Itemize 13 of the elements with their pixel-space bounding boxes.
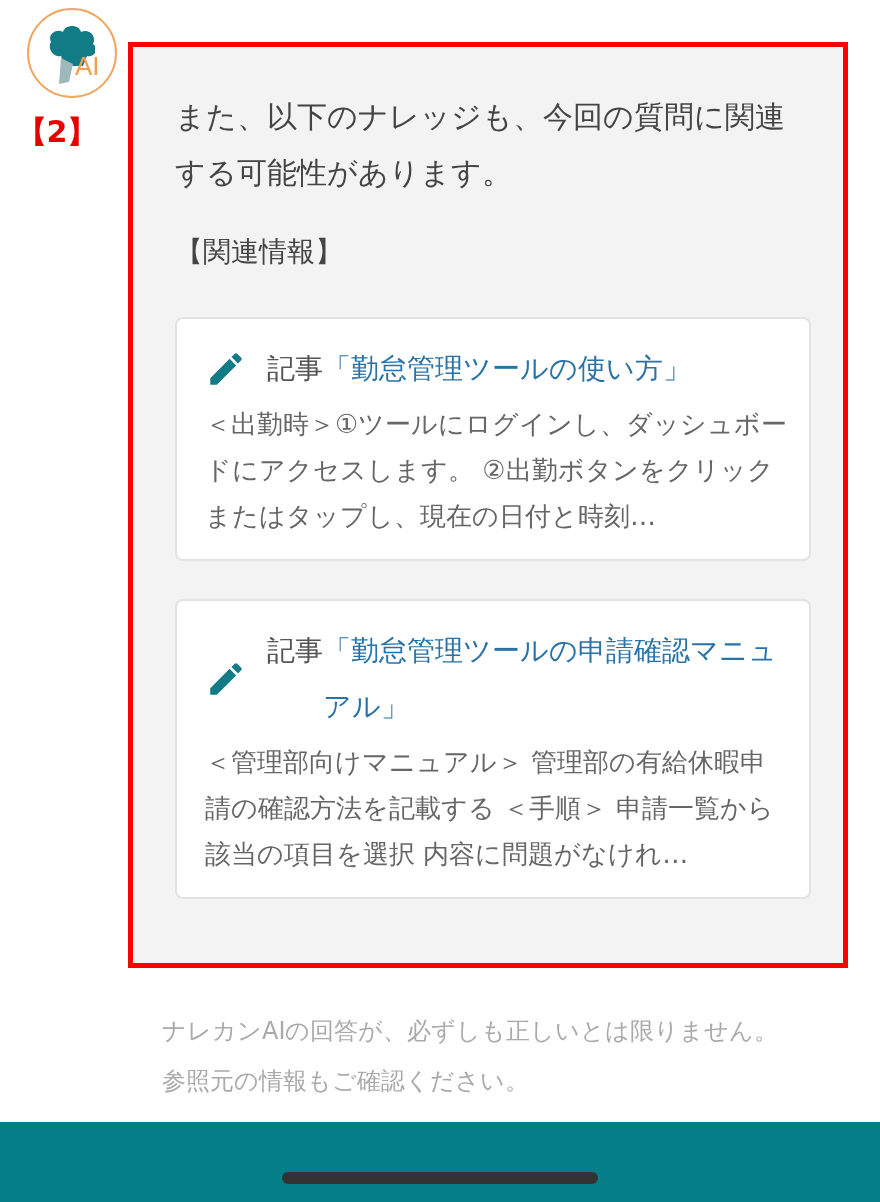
article-snippet: ＜出勤時＞①ツールにログインし、ダッシュボードにアクセスします。 ②出勤ボタンをクリックまたはタップし、現在の日付と時刻… (205, 408, 789, 533)
section-heading: 【関連情報】 (175, 234, 344, 270)
article-type: 記事 (267, 633, 323, 669)
article-link[interactable]: 「勤怠管理ツールの申請確認マニュアル」 (323, 623, 789, 735)
disclaimer-text: ナレカンAIの回答が、必ずしも正しいとは限りません。参照元の情報もご確認ください。 (162, 1016, 780, 1097)
message-text: また、以下のナレッジも、今回の質問に関連する可能性があります。 (175, 98, 786, 192)
article-card[interactable]: 記事「勤怠管理ツールの申請確認マニュアル」 ＜管理部向けマニュアル＞ 管理部の有給休暇申請の確認方法を記載する ＜手順＞ 申請一覧から該当の項目を選択 内容に問題がなけれ… (175, 599, 811, 899)
article-snippet: ＜管理部向けマニュアル＞ 管理部の有給休暇申請の確認方法を記載する ＜手順＞ 申請一覧から該当の項目を選択 内容に問題がなけれ… (205, 746, 775, 871)
article-link[interactable]: 「勤怠管理ツールの使い方」 (323, 341, 691, 397)
logo-text: AI (75, 52, 100, 80)
article-type: 記事 (267, 351, 323, 387)
article-card[interactable]: 記事「勤怠管理ツールの使い方」 ＜出勤時＞①ツールにログインし、ダッシュボードにアクセスします。 ②出勤ボタンをクリックまたはタップし、現在の日付と時刻… (175, 317, 811, 561)
response-number: 【2】 (16, 113, 98, 151)
